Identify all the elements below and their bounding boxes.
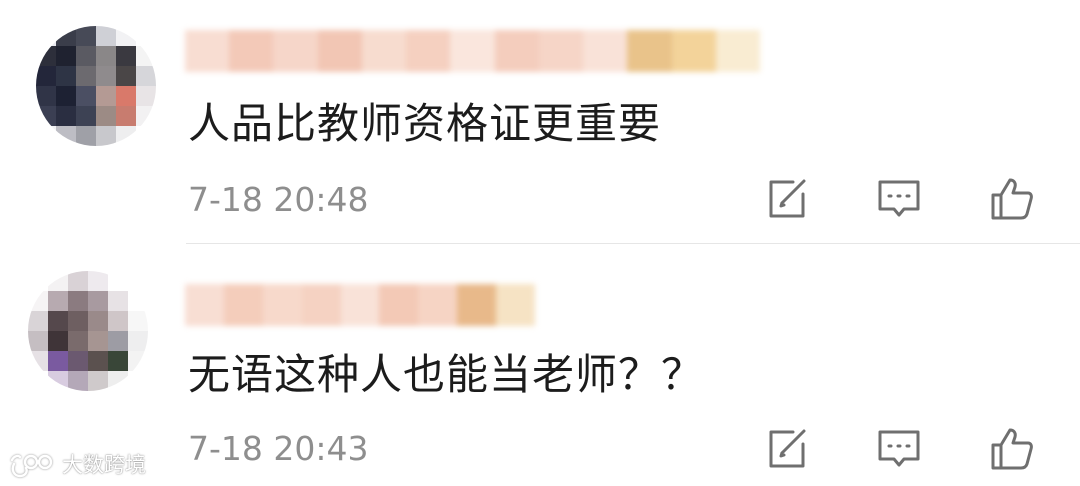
weibo-logo-icon — [10, 454, 53, 478]
edit-button[interactable] — [763, 426, 809, 472]
thumbs-up-icon — [991, 428, 1033, 470]
comment-text: 人品比教师资格证更重要 — [188, 99, 662, 148]
comment-timestamp: 7-18 20:48 — [188, 180, 369, 219]
comment-actions — [763, 426, 1038, 472]
watermark: 大数跨境 — [8, 450, 146, 480]
edit-icon — [769, 179, 806, 218]
username-blurred[interactable] — [185, 284, 536, 326]
comment-actions — [763, 176, 1038, 222]
comment-timestamp: 7-18 20:43 — [188, 429, 369, 468]
reply-button[interactable] — [876, 176, 922, 222]
thumbs-up-icon — [991, 178, 1033, 220]
comment-item: 人品比教师资格证更重要 7-18 20:48 — [0, 0, 1080, 244]
avatar-image — [28, 271, 148, 391]
watermark-text: 大数跨境 — [62, 453, 146, 477]
comment-text: 无语这种人也能当老师？？ — [188, 350, 705, 399]
like-button[interactable] — [989, 176, 1035, 222]
edit-button[interactable] — [763, 176, 809, 222]
reply-button[interactable] — [876, 426, 922, 472]
avatar[interactable] — [36, 26, 156, 146]
edit-icon — [769, 429, 806, 468]
comment-icon — [878, 430, 920, 467]
like-button[interactable] — [989, 426, 1035, 472]
avatar-image — [36, 26, 156, 146]
comment-item: 无语这种人也能当老师？？ 7-18 20:43 — [0, 243, 1080, 486]
username-blurred[interactable] — [185, 30, 761, 72]
avatar[interactable] — [28, 271, 148, 391]
comment-icon — [878, 180, 920, 217]
